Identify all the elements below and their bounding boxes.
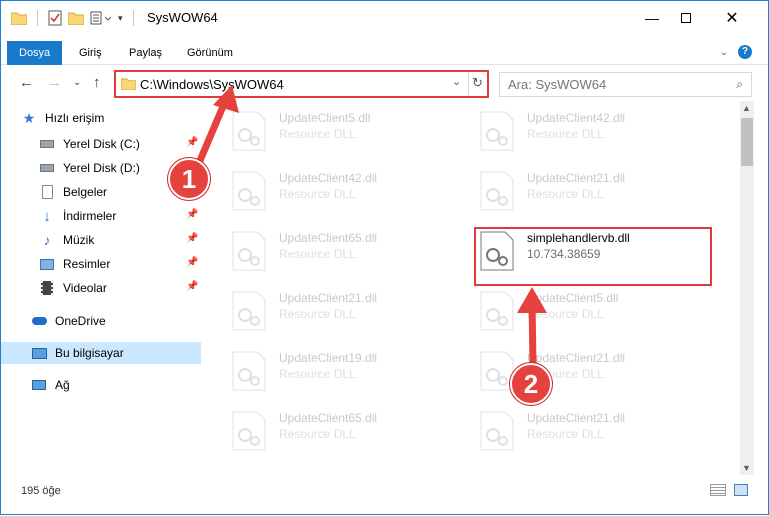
explorer-window: ▾ SysWOW64 — ✕ Dosya Giriş Paylaş Görünü… xyxy=(0,0,769,515)
arrow-2 xyxy=(517,287,547,366)
arrow-1 xyxy=(195,85,239,165)
callout-badge-1: 1 xyxy=(168,158,210,200)
annotation-arrows xyxy=(195,85,547,366)
callout-badge-2: 2 xyxy=(510,363,552,405)
